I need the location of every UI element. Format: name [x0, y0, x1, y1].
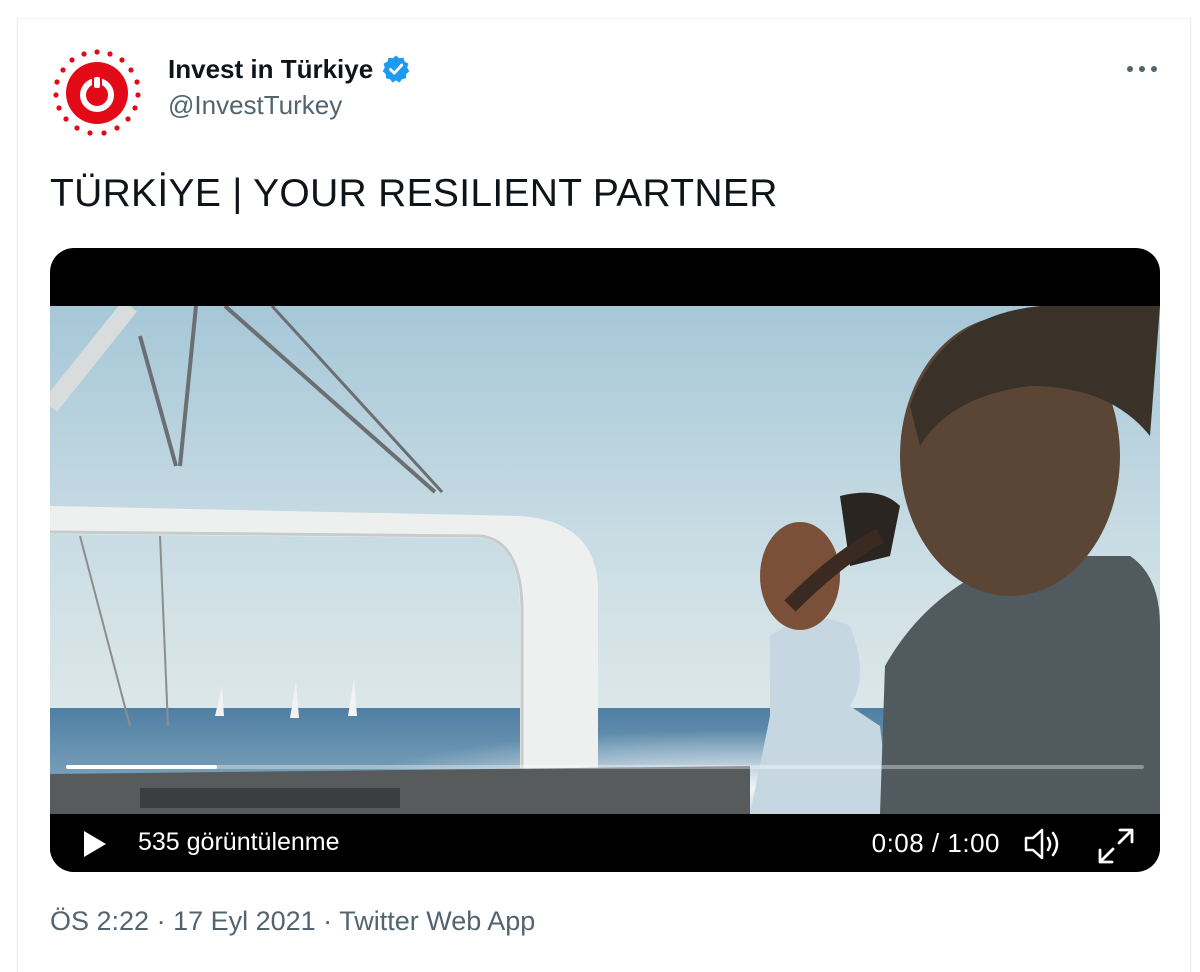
fullscreen-icon	[1098, 828, 1134, 864]
tweet-source[interactable]: Twitter Web App	[339, 906, 535, 936]
tweet-timestamp[interactable]: ÖS 2:22	[50, 906, 149, 936]
meta-separator: ·	[315, 906, 340, 936]
video-frame[interactable]	[50, 306, 1160, 814]
volume-button[interactable]	[1022, 826, 1066, 862]
video-player[interactable]: 535 görüntülenme 0:08 / 1:00	[50, 248, 1160, 872]
handle[interactable]: @InvestTurkey	[168, 90, 411, 121]
fullscreen-button[interactable]	[1096, 826, 1136, 866]
avatar[interactable]	[52, 48, 142, 138]
tweet-author: Invest in Türkiye @InvestTurkey	[168, 52, 411, 121]
play-icon	[84, 831, 106, 857]
tweet-meta: ÖS 2:22 · 17 Eyl 2021 · Twitter Web App	[50, 906, 535, 937]
more-horizontal-icon	[1127, 66, 1157, 72]
video-progress-bar[interactable]	[66, 765, 1144, 769]
display-name-row: Invest in Türkiye	[168, 52, 411, 86]
video-progress-fill	[66, 765, 217, 769]
view-count: 535 görüntülenme	[138, 828, 340, 856]
verified-badge-icon	[381, 54, 411, 84]
tweet-text: TÜRKİYE | YOUR RESILIENT PARTNER	[50, 172, 778, 215]
display-name[interactable]: Invest in Türkiye	[168, 54, 373, 85]
invest-in-turkiye-logo	[53, 49, 141, 136]
video-controls: 535 görüntülenme 0:08 / 1:00	[50, 814, 1160, 872]
video-time: 0:08 / 1:00	[871, 828, 1000, 858]
play-button[interactable]	[78, 828, 110, 860]
meta-separator: ·	[149, 906, 174, 936]
more-button[interactable]	[1118, 52, 1166, 86]
volume-icon	[1024, 828, 1059, 860]
tweet-date[interactable]: 17 Eyl 2021	[173, 906, 316, 936]
